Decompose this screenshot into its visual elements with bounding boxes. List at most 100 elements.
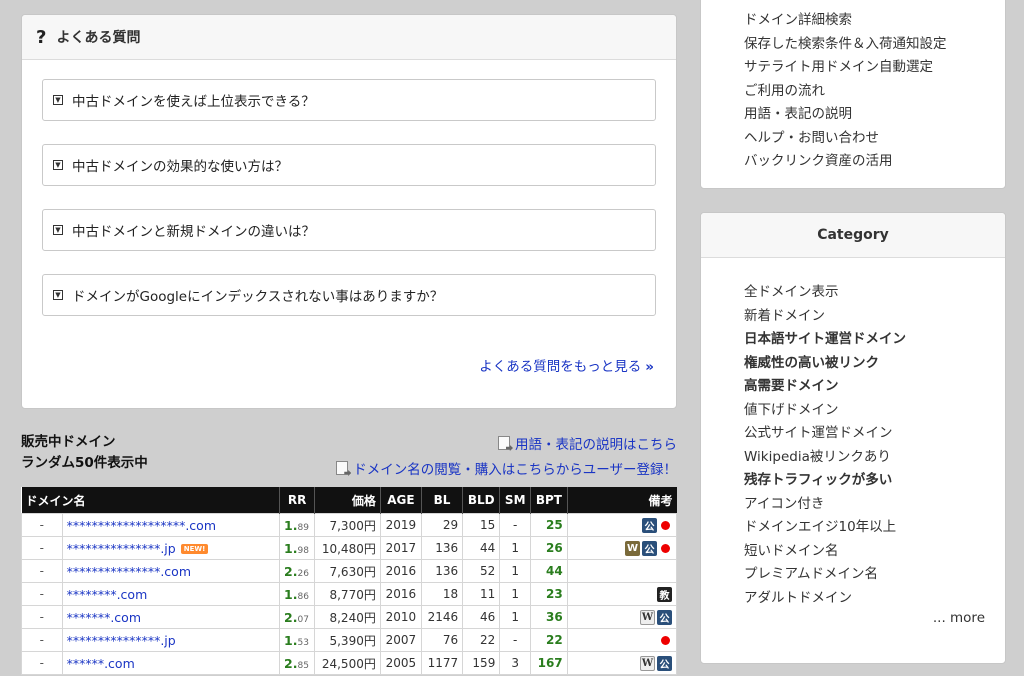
terms-link-label: 用語・表記の説明はこちら bbox=[515, 437, 677, 453]
category-item[interactable]: アダルトドメイン bbox=[744, 587, 906, 611]
domain-link[interactable]: ***************.jp bbox=[67, 633, 176, 648]
register-link-label: ドメイン名の閲覧・購入はこちらからユーザー登録！ bbox=[353, 462, 677, 478]
bl: 76 bbox=[420, 628, 464, 652]
category-item[interactable]: プレミアムドメイン名 bbox=[744, 563, 906, 587]
rr-value: 2.07 bbox=[279, 605, 316, 629]
register-link[interactable]: ドメイン名の閲覧・購入はこちらからユーザー登録！ bbox=[336, 458, 677, 478]
faq-item[interactable]: ▼ 中古ドメインと新規ドメインの違いは？ bbox=[42, 209, 656, 251]
sm: - bbox=[499, 513, 532, 537]
age: 2016 bbox=[379, 559, 422, 583]
side-menu-item[interactable]: 保存した検索条件＆入荷通知設定 bbox=[744, 33, 947, 57]
category-more-link[interactable]: ... more bbox=[933, 610, 985, 626]
side-menu-item[interactable]: サテライト用ドメイン自動選定 bbox=[744, 56, 947, 80]
note-icons: W公 bbox=[566, 536, 678, 560]
age: 2017 bbox=[379, 536, 422, 560]
terms-link[interactable]: 用語・表記の説明はこちら bbox=[498, 433, 677, 453]
rr-value: 2.26 bbox=[279, 559, 316, 583]
row-dash: - bbox=[21, 513, 63, 537]
bpt: 26 bbox=[530, 536, 568, 560]
category-list: 全ドメイン表示 新着ドメイン 日本語サイト運営ドメイン 権威性の高い被リンク 高… bbox=[744, 281, 906, 610]
official-icon: 公 bbox=[642, 540, 657, 556]
domain-link[interactable]: ********.com bbox=[67, 587, 148, 602]
rr-value: 1.53 bbox=[279, 628, 316, 652]
side-menu-item[interactable]: バックリンク資産の活用 bbox=[744, 150, 947, 174]
faq-more-link[interactable]: よくある質問をもっと見る» bbox=[479, 355, 654, 375]
faq-more-label: よくある質問をもっと見る bbox=[479, 359, 642, 375]
age: 2005 bbox=[379, 651, 422, 675]
col-domain[interactable]: ドメイン名 bbox=[21, 487, 281, 514]
category-item[interactable]: アイコン付き bbox=[744, 493, 906, 517]
document-arrow-icon bbox=[498, 436, 510, 450]
price: 7,630円 bbox=[314, 559, 381, 583]
age: 2016 bbox=[379, 582, 422, 606]
price: 7,300円 bbox=[314, 513, 381, 537]
domain-link[interactable]: ***************.com bbox=[67, 564, 191, 579]
faq-header: ? よくある質問 bbox=[22, 15, 676, 60]
side-menu-item[interactable]: ヘルプ・お問い合わせ bbox=[744, 127, 947, 151]
faq-item[interactable]: ▼ ドメインがGoogleにインデックスされない事はありますか？ bbox=[42, 274, 656, 316]
bld: 159 bbox=[462, 651, 501, 675]
row-dash: - bbox=[21, 536, 63, 560]
domain-link[interactable]: ***************.jp bbox=[67, 541, 176, 556]
side-menu-item[interactable]: ご利用の流れ bbox=[744, 80, 947, 104]
rr-value: 1.86 bbox=[279, 582, 316, 606]
sale-heading: 販売中ドメイン ランダム50件表示中 bbox=[21, 432, 148, 474]
category-item[interactable]: 値下げドメイン bbox=[744, 399, 906, 423]
category-title: Category bbox=[701, 213, 1005, 258]
table-row: - ******.com 2.85 24,500円 2005 1177 159 … bbox=[21, 651, 678, 675]
col-sm[interactable]: SM bbox=[499, 487, 532, 514]
note-icons: 教 bbox=[566, 582, 678, 606]
official-icon: 公 bbox=[657, 655, 672, 671]
domain-link[interactable]: *******************.com bbox=[67, 518, 216, 533]
category-item[interactable]: 新着ドメイン bbox=[744, 305, 906, 329]
wikipedia-icon: W bbox=[640, 609, 655, 625]
category-item[interactable]: 権威性の高い被リンク bbox=[744, 352, 906, 376]
category-item[interactable]: 公式サイト運営ドメイン bbox=[744, 422, 906, 446]
faq-item[interactable]: ▼ 中古ドメインを使えば上位表示できる？ bbox=[42, 79, 656, 121]
col-rr[interactable]: RR bbox=[279, 487, 316, 514]
col-bl[interactable]: BL bbox=[421, 487, 464, 514]
category-item[interactable]: 残存トラフィックが多い bbox=[744, 469, 906, 493]
faq-question: ドメインがGoogleにインデックスされない事はありますか？ bbox=[72, 289, 444, 305]
col-bpt[interactable]: BPT bbox=[530, 487, 568, 514]
bpt: 23 bbox=[530, 582, 568, 606]
bpt: 36 bbox=[530, 605, 568, 629]
col-bld[interactable]: BLD bbox=[462, 487, 501, 514]
side-menu-item[interactable]: 用語・表記の説明 bbox=[744, 103, 947, 127]
rr-value: 1.98 bbox=[279, 536, 316, 560]
bld: 22 bbox=[462, 628, 501, 652]
category-item[interactable]: 日本語サイト運営ドメイン bbox=[744, 328, 906, 352]
official-icon: 公 bbox=[657, 609, 672, 625]
category-item[interactable]: ドメインエイジ10年以上 bbox=[744, 516, 906, 540]
table-row: - ***************.com 2.26 7,630円 2016 1… bbox=[21, 559, 678, 583]
side-menu-item[interactable]: ドメイン詳細検索 bbox=[744, 9, 947, 33]
category-item[interactable]: 全ドメイン表示 bbox=[744, 281, 906, 305]
note-icons bbox=[566, 559, 678, 583]
category-item[interactable]: 高需要ドメイン bbox=[744, 375, 906, 399]
note-icons: 公 bbox=[566, 513, 678, 537]
rr-value: 1.89 bbox=[279, 513, 316, 537]
sm: 1 bbox=[499, 582, 532, 606]
sm: 3 bbox=[499, 651, 532, 675]
category-item[interactable]: Wikipedia被リンクあり bbox=[744, 446, 906, 470]
category-item[interactable]: 短いドメイン名 bbox=[744, 540, 906, 564]
col-price[interactable]: 価格 bbox=[314, 487, 381, 514]
sale-heading-subtitle: ランダム50件表示中 bbox=[21, 455, 148, 471]
domain-link[interactable]: *******.com bbox=[67, 610, 141, 625]
col-age[interactable]: AGE bbox=[380, 487, 422, 514]
faq-question: 中古ドメインを使えば上位表示できる？ bbox=[72, 94, 315, 110]
faq-item[interactable]: ▼ 中古ドメインの効果的な使い方は？ bbox=[42, 144, 656, 186]
bpt: 22 bbox=[530, 628, 568, 652]
expand-icon: ▼ bbox=[53, 225, 63, 235]
wikipedia-icon: W bbox=[640, 655, 655, 671]
price: 8,770円 bbox=[314, 582, 381, 606]
sm: 1 bbox=[499, 559, 532, 583]
bld: 44 bbox=[462, 536, 501, 560]
bld: 52 bbox=[462, 559, 501, 583]
expand-icon: ▼ bbox=[53, 160, 63, 170]
row-dash: - bbox=[21, 628, 63, 652]
web-archive-icon: W bbox=[625, 540, 640, 556]
age: 2010 bbox=[379, 605, 422, 629]
domain-link[interactable]: ******.com bbox=[67, 656, 135, 671]
bl: 2146 bbox=[420, 605, 464, 629]
